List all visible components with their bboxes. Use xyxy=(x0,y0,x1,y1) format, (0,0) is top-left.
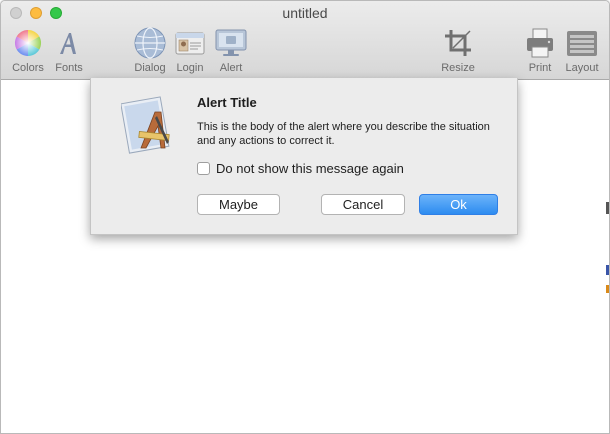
toolbar-resize-label: Resize xyxy=(441,62,475,74)
edge-mark xyxy=(606,265,609,275)
toolbar-print-label: Print xyxy=(528,62,552,74)
toolbar-fonts-button[interactable]: Fonts xyxy=(43,26,95,76)
toolbar-alert-button[interactable]: Alert xyxy=(205,26,257,76)
app-pencil-ruler-icon xyxy=(120,96,177,156)
color-wheel-icon xyxy=(10,26,46,60)
ok-button[interactable]: Ok xyxy=(419,194,498,215)
window-title: untitled xyxy=(282,5,328,21)
toolbar-fonts-label: Fonts xyxy=(55,62,83,74)
toolbar-dialog-label: Dialog xyxy=(134,62,166,74)
toolbar-colors-label: Colors xyxy=(12,62,44,74)
suppress-checkbox-row[interactable]: Do not show this message again xyxy=(197,161,404,176)
cancel-button[interactable]: Cancel xyxy=(321,194,405,215)
toolbar-login-label: Login xyxy=(176,62,204,74)
suppress-checkbox[interactable] xyxy=(197,162,210,175)
id-card-icon xyxy=(172,26,208,60)
toolbar-layout-button[interactable]: Layout xyxy=(556,26,608,76)
font-letter-a-icon xyxy=(51,26,87,60)
suppress-checkbox-label[interactable]: Do not show this message again xyxy=(216,161,404,176)
monitor-icon xyxy=(213,26,249,60)
alert-sheet: Alert Title This is the body of the aler… xyxy=(90,78,518,235)
toolbar-layout-label: Layout xyxy=(565,62,599,74)
printer-icon xyxy=(522,26,558,60)
alert-title: Alert Title xyxy=(197,95,257,110)
toolbar-resize-button[interactable]: Resize xyxy=(432,26,484,76)
edge-mark xyxy=(606,202,609,214)
toolbar-alert-label: Alert xyxy=(219,62,243,74)
maybe-button[interactable]: Maybe xyxy=(197,194,280,215)
layout-icon xyxy=(564,26,600,60)
edge-mark xyxy=(606,285,609,293)
globe-icon xyxy=(132,26,168,60)
title-bar: untitled Colors Fonts Dialog Login Alert… xyxy=(1,1,609,80)
crop-icon xyxy=(440,26,476,60)
alert-message: This is the body of the alert where you … xyxy=(197,121,490,147)
